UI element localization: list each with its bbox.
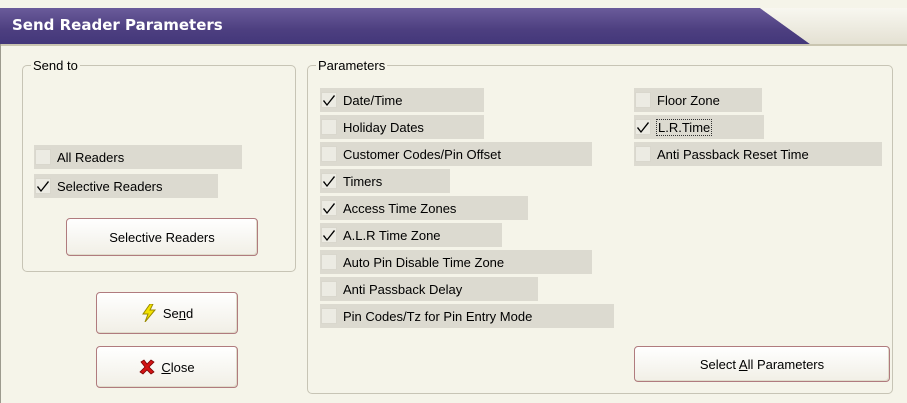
checkbox-label: Selective Readers [57, 178, 163, 194]
dialog-window: Send Reader Parameters Send to All Reade… [0, 0, 907, 403]
param-floor-zone-checkbox[interactable]: Floor Zone [634, 88, 762, 112]
selective-readers-checkbox[interactable]: Selective Readers [34, 174, 218, 198]
close-label: Close [161, 359, 195, 375]
checkbox-box [321, 254, 337, 270]
all-readers-checkbox[interactable]: All Readers [34, 145, 242, 169]
checkbox-label: Anti Passback Reset Time [657, 146, 809, 162]
checkbox-label: Floor Zone [657, 92, 720, 108]
checkbox-box [635, 119, 651, 135]
checkbox-box [35, 178, 51, 194]
checkbox-label: Holiday Dates [343, 119, 424, 135]
checkmark-icon [323, 95, 335, 106]
checkmark-icon [323, 230, 335, 241]
param-lr-time-checkbox[interactable]: L.R.Time [634, 115, 764, 139]
window-title: Send Reader Parameters [12, 16, 223, 34]
send-button[interactable]: Send [96, 292, 238, 334]
checkmark-icon [323, 176, 335, 187]
button-label: Selective Readers [109, 229, 215, 245]
checkbox-box [321, 227, 337, 243]
param-auto-pin-disable-checkbox[interactable]: Auto Pin Disable Time Zone [320, 250, 592, 274]
checkmark-icon [323, 203, 335, 214]
param-anti-passback-delay-checkbox[interactable]: Anti Passback Delay [320, 277, 538, 301]
red-x-icon [139, 359, 156, 375]
checkbox-box [321, 173, 337, 189]
lightning-icon [141, 304, 157, 322]
param-holiday-dates-checkbox[interactable]: Holiday Dates [320, 115, 484, 139]
select-all-parameters-button[interactable]: Select All Parameters [634, 346, 890, 382]
param-alr-time-zone-checkbox[interactable]: A.L.R Time Zone [320, 223, 502, 247]
checkbox-label: Access Time Zones [343, 200, 457, 216]
checkbox-box [635, 146, 651, 162]
param-customer-codes-checkbox[interactable]: Customer Codes/Pin Offset [320, 142, 592, 166]
param-date-time-checkbox[interactable]: Date/Time [320, 88, 484, 112]
send-label: Send [162, 305, 194, 321]
checkbox-label: Anti Passback Delay [343, 281, 463, 297]
button-label: Select All Parameters [699, 356, 825, 372]
checkmark-icon [637, 122, 649, 133]
close-button[interactable]: Close [96, 346, 238, 388]
checkbox-box [321, 281, 337, 297]
checkbox-label: Customer Codes/Pin Offset [343, 146, 501, 162]
checkbox-box [35, 149, 51, 165]
checkbox-box [321, 308, 337, 324]
param-timers-checkbox[interactable]: Timers [320, 169, 450, 193]
checkbox-box [635, 92, 651, 108]
checkbox-box [321, 146, 337, 162]
window-left-border [0, 44, 1, 403]
checkmark-icon [37, 181, 49, 192]
checkbox-label: Pin Codes/Tz for Pin Entry Mode [343, 308, 533, 324]
checkbox-box [321, 119, 337, 135]
param-pin-codes-checkbox[interactable]: Pin Codes/Tz for Pin Entry Mode [320, 304, 614, 328]
param-access-time-zones-checkbox[interactable]: Access Time Zones [320, 196, 528, 220]
checkbox-label: All Readers [57, 149, 125, 165]
checkbox-box [321, 200, 337, 216]
title-divider [0, 44, 907, 46]
parameters-legend: Parameters [318, 58, 386, 73]
checkbox-label: Date/Time [343, 92, 403, 108]
send-to-legend: Send to [33, 58, 78, 73]
title-bar: Send Reader Parameters [0, 0, 907, 46]
checkbox-box [321, 92, 337, 108]
checkbox-label: Auto Pin Disable Time Zone [343, 254, 505, 270]
checkbox-label: Timers [343, 173, 383, 189]
param-anti-passback-reset-checkbox[interactable]: Anti Passback Reset Time [634, 142, 882, 166]
checkbox-label: L.R.Time [655, 118, 713, 136]
checkbox-label: A.L.R Time Zone [343, 227, 441, 243]
selective-readers-button[interactable]: Selective Readers [66, 218, 258, 256]
